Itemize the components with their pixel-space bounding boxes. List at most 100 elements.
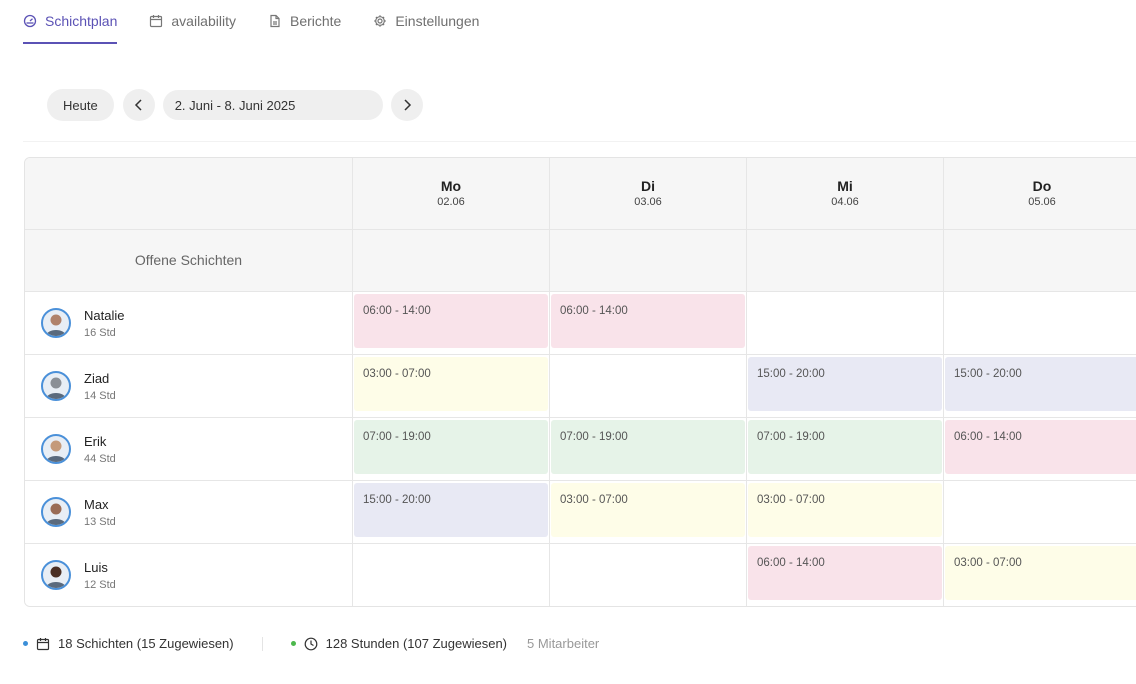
shift-block[interactable]: 06:00 - 14:00 xyxy=(748,546,942,600)
calendar-icon xyxy=(149,14,163,28)
tab-einstellungen[interactable]: Einstellungen xyxy=(373,0,479,42)
tab-label: availability xyxy=(171,13,236,29)
avatar xyxy=(41,497,71,527)
schedule-slot[interactable]: 03:00 - 07:00 xyxy=(353,355,550,417)
employee-cell[interactable]: Max 13 Std xyxy=(25,481,353,543)
schedule-slot[interactable]: 07:00 - 19:00 xyxy=(353,418,550,480)
schedule-slot[interactable] xyxy=(944,292,1136,354)
shift-block[interactable]: 07:00 - 19:00 xyxy=(551,420,745,474)
person-icon xyxy=(46,377,66,399)
shift-block[interactable]: 07:00 - 19:00 xyxy=(354,420,548,474)
employee-info: Ziad 14 Std xyxy=(25,355,352,417)
employee-hours: 44 Std xyxy=(84,452,116,465)
schedule-slot[interactable]: 07:00 - 19:00 xyxy=(747,418,944,480)
toolbar-divider xyxy=(23,141,1136,142)
schedule-slot[interactable]: 06:00 - 14:00 xyxy=(944,418,1136,480)
employee-text: Max 13 Std xyxy=(84,497,116,528)
schedule-slot[interactable]: 06:00 - 14:00 xyxy=(550,292,747,354)
day-name: Mi xyxy=(837,178,853,194)
tab-label: Schichtplan xyxy=(45,13,118,29)
schedule-slot[interactable]: 03:00 - 07:00 xyxy=(747,481,944,543)
employee-name: Max xyxy=(84,496,109,512)
footer-divider xyxy=(261,636,263,651)
employee-name: Ziad xyxy=(84,370,110,386)
avatar xyxy=(41,560,71,590)
shift-block[interactable]: 15:00 - 20:00 xyxy=(354,483,548,537)
schedule-slot[interactable] xyxy=(550,355,747,417)
shifts-status-dot xyxy=(23,641,28,646)
schedule-slot[interactable] xyxy=(944,481,1136,543)
schedule-slot[interactable]: 15:00 - 20:00 xyxy=(747,355,944,417)
employee-cell[interactable]: Ziad 14 Std xyxy=(25,355,353,417)
open-shift-slot[interactable] xyxy=(747,230,944,291)
tab-schichtplan[interactable]: Schichtplan xyxy=(23,0,118,44)
date-toolbar: Heute 2. Juni - 8. Juni 2025 xyxy=(47,89,423,121)
employee-text: Natalie 16 Std xyxy=(84,308,124,339)
schedule-slot[interactable] xyxy=(353,544,550,606)
employee-text: Ziad 14 Std xyxy=(84,371,116,402)
person-icon xyxy=(46,440,66,462)
employee-text: Erik 44 Std xyxy=(84,434,116,465)
tab-berichte[interactable]: Berichte xyxy=(268,0,341,42)
employee-cell[interactable]: Erik 44 Std xyxy=(25,418,353,480)
shift-block[interactable]: 06:00 - 14:00 xyxy=(354,294,548,348)
shift-block[interactable]: 15:00 - 20:00 xyxy=(945,357,1136,411)
schedule-slot[interactable]: 03:00 - 07:00 xyxy=(550,481,747,543)
today-button[interactable]: Heute xyxy=(47,89,114,121)
shift-block[interactable]: 06:00 - 14:00 xyxy=(945,420,1136,474)
employee-row: Erik 44 Std 07:00 - 19:00 07:00 - 19:00 07:0… xyxy=(25,418,1136,481)
tab-availability[interactable]: availability xyxy=(149,0,236,42)
summary-footer: 18 Schichten (15 Zugewiesen) 128 Stunden… xyxy=(23,636,599,651)
date-range-display[interactable]: 2. Juni - 8. Juni 2025 xyxy=(162,90,383,120)
clock-icon xyxy=(304,637,318,651)
day-date: 05.06 xyxy=(1028,196,1056,208)
open-shift-slot[interactable] xyxy=(550,230,747,291)
employee-name: Natalie xyxy=(84,307,125,323)
open-shift-slot[interactable] xyxy=(353,230,550,291)
employees-count: 5 Mitarbeiter xyxy=(527,636,600,651)
schedule-slot[interactable]: 06:00 - 14:00 xyxy=(353,292,550,354)
employee-info: Natalie 16 Std xyxy=(25,292,352,354)
shift-block[interactable]: 15:00 - 20:00 xyxy=(748,357,942,411)
open-shifts-row: Offene Schichten xyxy=(25,230,1136,292)
day-name: Di xyxy=(641,178,655,194)
day-name: Mo xyxy=(440,178,462,194)
schedule-slot[interactable]: 03:00 - 07:00 xyxy=(944,544,1136,606)
gauge-icon xyxy=(23,14,37,28)
employee-cell[interactable]: Natalie 16 Std xyxy=(25,292,353,354)
employee-row: Ziad 14 Std 03:00 - 07:00 15:00 - 20:00 15:0… xyxy=(25,355,1136,418)
open-shift-slot[interactable] xyxy=(944,230,1136,291)
shift-block[interactable]: 06:00 - 14:00 xyxy=(551,294,745,348)
hours-status-dot xyxy=(290,641,296,646)
previous-week-button[interactable] xyxy=(122,89,155,121)
employee-info: Luis 12 Std xyxy=(25,544,352,606)
schedule-slot[interactable]: 07:00 - 19:00 xyxy=(550,418,747,480)
chevron-right-icon xyxy=(402,99,412,111)
avatar xyxy=(41,308,71,338)
day-header-mo: Mo 02.06 xyxy=(353,158,550,229)
open-shifts-label: Offene Schichten xyxy=(134,252,243,268)
day-date: 03.06 xyxy=(634,196,662,208)
employee-name: Erik xyxy=(84,433,107,449)
day-header-mi: Mi 04.06 xyxy=(747,158,944,229)
shift-block[interactable]: 03:00 - 07:00 xyxy=(354,357,548,411)
schedule-slot[interactable] xyxy=(550,544,747,606)
avatar xyxy=(41,371,71,401)
schedule-slot[interactable]: 15:00 - 20:00 xyxy=(944,355,1136,417)
employee-hours: 13 Std xyxy=(84,515,116,528)
day-date: 02.06 xyxy=(437,196,465,208)
gear-icon xyxy=(373,14,387,28)
shift-block[interactable]: 03:00 - 07:00 xyxy=(748,483,942,537)
next-week-button[interactable] xyxy=(390,89,423,121)
employee-cell[interactable]: Luis 12 Std xyxy=(25,544,353,606)
schedule-slot[interactable]: 15:00 - 20:00 xyxy=(353,481,550,543)
shift-block[interactable]: 03:00 - 07:00 xyxy=(551,483,745,537)
employee-row: Luis 12 Std 06:00 - 14:00 03:00 - 07:00 xyxy=(25,544,1136,606)
person-icon xyxy=(46,503,66,525)
shift-block[interactable]: 03:00 - 07:00 xyxy=(945,546,1136,600)
employee-hours: 16 Std xyxy=(84,326,116,339)
document-icon xyxy=(268,14,282,28)
shift-block[interactable]: 07:00 - 19:00 xyxy=(748,420,942,474)
schedule-slot[interactable] xyxy=(747,292,944,354)
schedule-slot[interactable]: 06:00 - 14:00 xyxy=(747,544,944,606)
